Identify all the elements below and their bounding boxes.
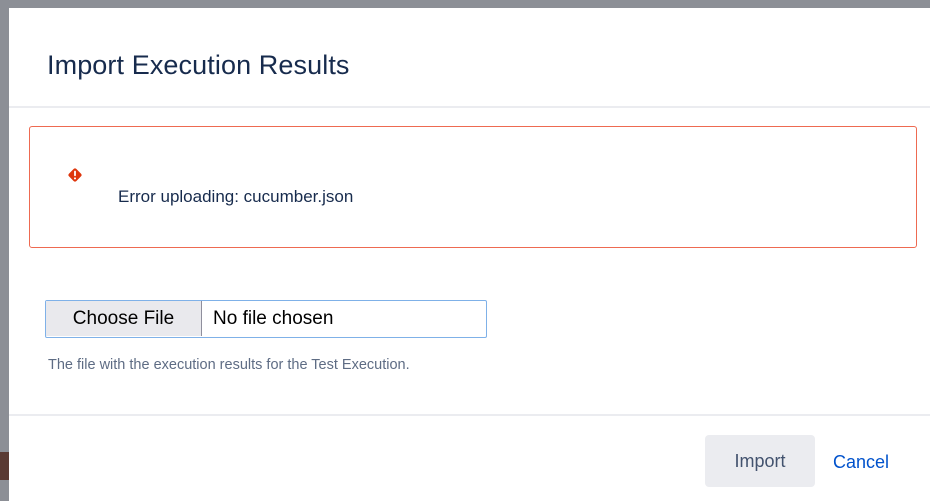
import-button[interactable]: Import xyxy=(705,435,815,487)
file-status-text: No file chosen xyxy=(213,308,334,329)
error-diamond-icon xyxy=(67,167,83,183)
choose-file-button[interactable]: Choose File xyxy=(46,301,202,336)
footer-divider xyxy=(9,414,930,416)
import-dialog: Import Execution Results Error uploading… xyxy=(9,8,930,501)
dialog-header: Import Execution Results xyxy=(9,8,930,108)
error-message-text: Error uploading: cucumber.json xyxy=(118,187,354,206)
background-overlay-top xyxy=(0,0,930,8)
background-overlay-left xyxy=(0,0,9,501)
error-message-box: Error uploading: cucumber.json xyxy=(29,126,917,248)
file-input[interactable]: Choose File No file chosen xyxy=(45,300,487,338)
cancel-link[interactable]: Cancel xyxy=(833,452,889,473)
file-field-description: The file with the execution results for … xyxy=(48,357,410,373)
background-overlay-mark xyxy=(0,452,9,480)
dialog-title: Import Execution Results xyxy=(47,50,350,80)
